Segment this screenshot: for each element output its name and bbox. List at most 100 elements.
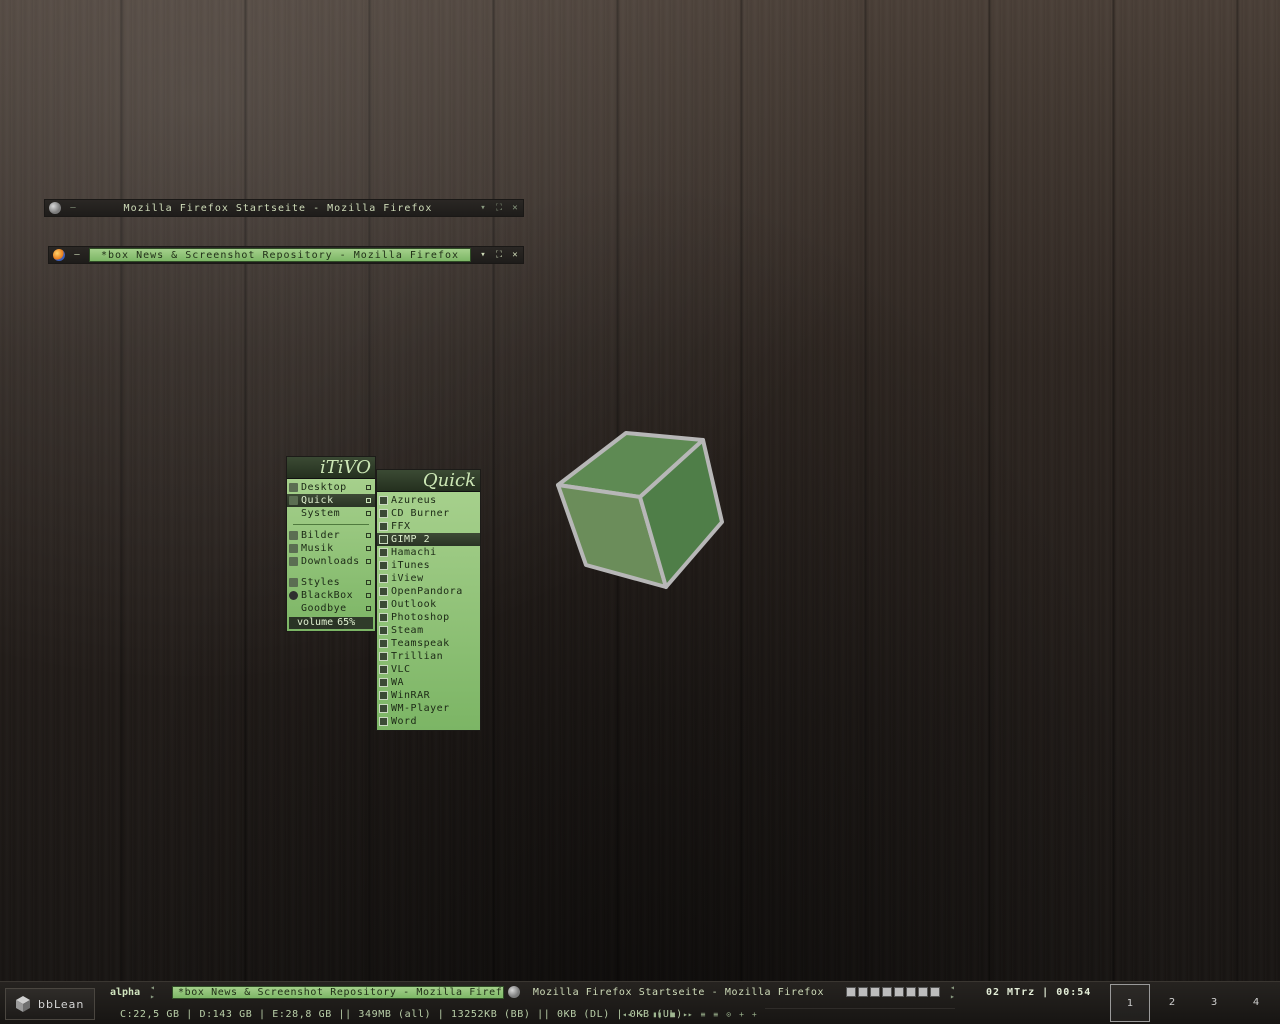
player-control-button[interactable]: ■: [670, 1010, 675, 1019]
menu-item-desktop[interactable]: Desktop: [287, 481, 375, 494]
quick-item-label: Hamachi: [391, 547, 437, 558]
player-control-button[interactable]: ▸: [640, 1010, 645, 1019]
quick-item-label: Outlook: [391, 599, 437, 610]
quick-item-label: Azureus: [391, 495, 437, 506]
quick-item-itunes[interactable]: iTunes: [377, 559, 480, 572]
maximize-button[interactable]: ⛶: [491, 247, 507, 263]
close-button[interactable]: ✕: [507, 200, 523, 216]
menu-separator: [293, 524, 369, 525]
task-button-box-news[interactable]: *box News & Screenshot Repository - Mozi…: [172, 985, 504, 999]
workspace-2[interactable]: 2: [1152, 984, 1192, 1022]
app-icon: [379, 626, 388, 635]
quick-item-label: Trillian: [391, 651, 444, 662]
menu-item-musik[interactable]: Musik: [287, 542, 375, 555]
menu-item-goodbye[interactable]: Goodbye: [287, 602, 375, 615]
quick-item-ffx[interactable]: FFX: [377, 520, 480, 533]
bblean-logo-button[interactable]: bbLean: [5, 988, 95, 1020]
folder-icon: [289, 531, 298, 540]
tray-icon[interactable]: [882, 987, 892, 997]
menu-item-downloads[interactable]: Downloads: [287, 555, 375, 568]
menu-item-label: Styles: [301, 577, 341, 588]
menu-item-quick[interactable]: Quick: [287, 494, 375, 507]
menu-item-label: Musik: [301, 543, 334, 554]
quick-item-hamachi[interactable]: Hamachi: [377, 546, 480, 559]
workspace-name[interactable]: alpha: [102, 987, 150, 998]
maximize-button[interactable]: ⛶: [491, 200, 507, 216]
workspace-pager: 1234: [1110, 984, 1278, 1022]
quick-item-wa[interactable]: WA: [377, 676, 480, 689]
root-menu-body: Desktop Quick System Bilder Musik Downloads St…: [287, 479, 375, 631]
window-title: Mozilla Firefox Startseite - Mozilla Fir…: [123, 202, 433, 214]
volume-slider[interactable]: volume 65%: [289, 617, 373, 629]
minimize-button[interactable]: —: [65, 200, 81, 216]
tray-icon[interactable]: [918, 987, 928, 997]
minimize-button[interactable]: —: [69, 247, 85, 263]
menu-item-styles[interactable]: Styles: [287, 576, 375, 589]
quick-item-azureus[interactable]: Azureus: [377, 494, 480, 507]
app-icon: [379, 548, 388, 557]
tray-arrows[interactable]: ◂ ▸: [950, 983, 972, 1001]
clock: 02 MTrz | 00:54: [986, 986, 1092, 998]
player-control-button[interactable]: ◂◂: [622, 1010, 632, 1019]
quick-menu-body: Azureus CD Burner FFX GIMP 2 Hamachi iTunes iV…: [377, 492, 480, 730]
workspace-arrows[interactable]: ◂ ▸: [150, 983, 172, 1001]
app-icon: [379, 587, 388, 596]
app-icon: [379, 704, 388, 713]
quick-item-gimp-2[interactable]: GIMP 2: [377, 533, 480, 546]
player-control-button[interactable]: ▸▸: [683, 1010, 693, 1019]
quick-item-outlook[interactable]: Outlook: [377, 598, 480, 611]
tray-icon[interactable]: [870, 987, 880, 997]
menu-item-label: Goodbye: [301, 603, 347, 614]
menu-gap: [287, 568, 375, 576]
firefox-icon: [508, 986, 520, 998]
player-control-button[interactable]: ≡: [701, 1010, 706, 1019]
tray-icon[interactable]: [930, 987, 940, 997]
tray-icon[interactable]: [894, 987, 904, 997]
root-menu: iTiVO Desktop Quick System Bilder Musik Downl…: [286, 456, 376, 632]
quick-item-label: Teamspeak: [391, 638, 450, 649]
quick-item-word[interactable]: Word: [377, 715, 480, 728]
window-bar-box-news[interactable]: — *box News & Screenshot Repository - Mo…: [48, 246, 524, 264]
player-control-button[interactable]: ▮▮: [652, 1010, 662, 1019]
task-button-startseite[interactable]: Mozilla Firefox Startseite - Mozilla Fir…: [504, 986, 834, 998]
bblean-label: bbLean: [38, 997, 85, 1011]
quick-item-label: VLC: [391, 664, 411, 675]
menu-item-blackbox[interactable]: BlackBox: [287, 589, 375, 602]
tray-icon[interactable]: [906, 987, 916, 997]
submenu-indicator-icon: [366, 606, 371, 611]
workspace-3[interactable]: 3: [1194, 984, 1234, 1022]
app-icon: [379, 496, 388, 505]
menu-item-system[interactable]: System: [287, 507, 375, 520]
quick-item-vlc[interactable]: VLC: [377, 663, 480, 676]
menu-item-bilder[interactable]: Bilder: [287, 529, 375, 542]
folder-icon: [289, 578, 298, 587]
quick-item-trillian[interactable]: Trillian: [377, 650, 480, 663]
quick-item-steam[interactable]: Steam: [377, 624, 480, 637]
close-button[interactable]: ✕: [507, 247, 523, 263]
player-control-button[interactable]: +: [739, 1010, 744, 1019]
tray-icon[interactable]: [846, 987, 856, 997]
menu-button[interactable]: ▾: [475, 200, 491, 216]
quick-item-openpandora[interactable]: OpenPandora: [377, 585, 480, 598]
taskbar: bbLean alpha ◂ ▸ *box News & Screenshot …: [0, 981, 1280, 1024]
workspace-4[interactable]: 4: [1236, 984, 1276, 1022]
quick-item-iview[interactable]: iView: [377, 572, 480, 585]
quick-item-teamspeak[interactable]: Teamspeak: [377, 637, 480, 650]
player-control-button[interactable]: +: [752, 1010, 757, 1019]
menu-item-label: Quick: [301, 495, 334, 506]
submenu-indicator-icon: [366, 546, 371, 551]
submenu-indicator-icon: [366, 559, 371, 564]
quick-item-photoshop[interactable]: Photoshop: [377, 611, 480, 624]
quick-item-wm-player[interactable]: WM-Player: [377, 702, 480, 715]
quick-item-winrar[interactable]: WinRAR: [377, 689, 480, 702]
workspace-1[interactable]: 1: [1110, 984, 1150, 1022]
quick-item-label: WinRAR: [391, 690, 431, 701]
player-control-button[interactable]: ≡: [713, 1010, 718, 1019]
window-bar-firefox-startseite[interactable]: — Mozilla Firefox Startseite - Mozilla F…: [44, 199, 524, 217]
player-control-button[interactable]: ⊙: [726, 1010, 731, 1019]
volume-label: volume 65%: [297, 617, 355, 628]
quick-item-label: Steam: [391, 625, 424, 636]
tray-shield-icon[interactable]: [858, 987, 868, 997]
quick-item-cd-burner[interactable]: CD Burner: [377, 507, 480, 520]
menu-button[interactable]: ▾: [475, 247, 491, 263]
